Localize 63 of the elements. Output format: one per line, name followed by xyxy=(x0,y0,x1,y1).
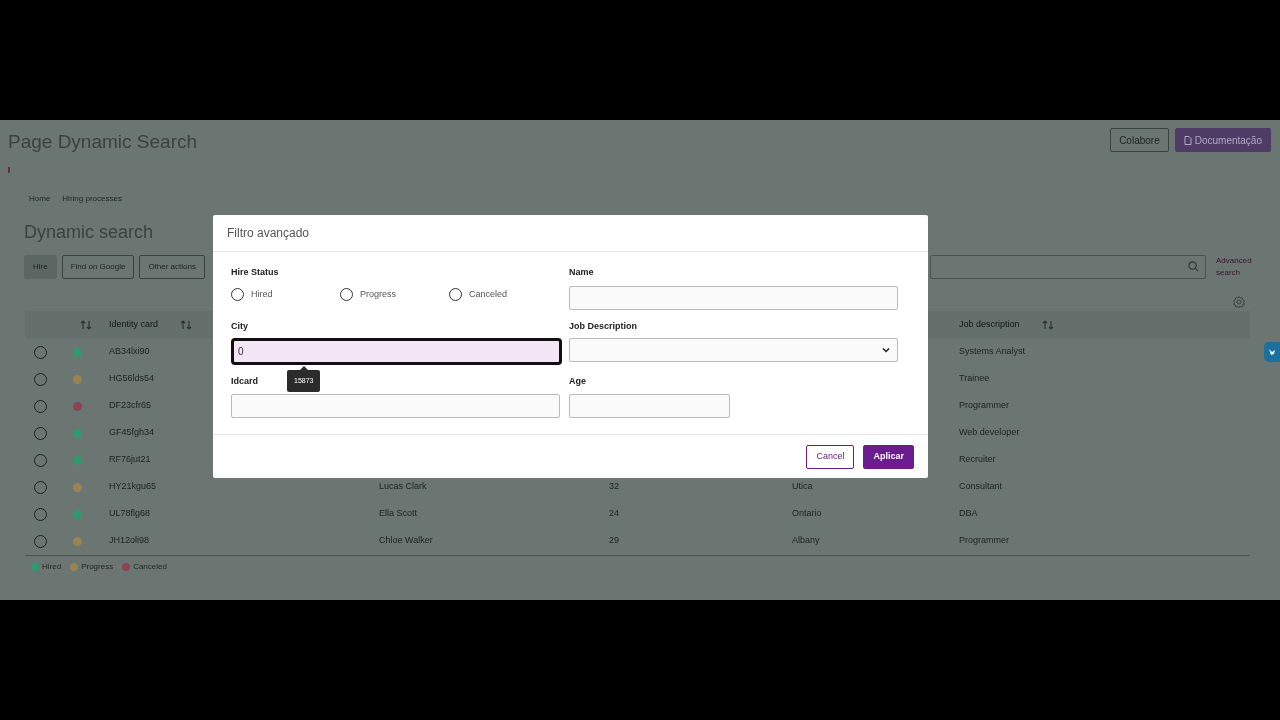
breadcrumb-link[interactable]: Home xyxy=(29,192,51,205)
select-field[interactable] xyxy=(569,337,898,362)
radio-option[interactable]: Hired xyxy=(231,288,340,302)
table-cell: Trainee xyxy=(959,372,990,386)
table-cell: UL78flg68 xyxy=(109,507,151,521)
table-cell: Lucas Clark xyxy=(379,480,427,494)
field-label: Age xyxy=(569,374,586,387)
table-cell: Web developer xyxy=(959,426,1020,440)
legend-label: Hired xyxy=(42,560,62,573)
table-cell: Programmer xyxy=(959,534,1009,548)
table-cell: Ella Scott xyxy=(379,507,418,521)
table-cell: RF76jut21 xyxy=(109,453,151,467)
table-cell: AB34lxi90 xyxy=(109,345,150,359)
settings-icon[interactable] xyxy=(1233,295,1245,308)
input-field[interactable] xyxy=(569,285,898,310)
table-cell: DBA xyxy=(959,507,978,521)
table-cell: Chloe Walker xyxy=(379,534,433,548)
column-header: Identity card xyxy=(109,317,159,331)
sort-icon[interactable] xyxy=(1041,318,1054,331)
advanced-search-link[interactable]: Advanced search xyxy=(1216,254,1260,279)
search-field[interactable] xyxy=(930,254,1206,279)
collaborate-button[interactable]: Colabore xyxy=(1110,128,1169,152)
legend-label: Canceled xyxy=(133,560,167,573)
breadcrumb-link[interactable]: Hiring processes xyxy=(62,192,122,205)
field-label: Name xyxy=(569,266,594,278)
legend-label: Progress xyxy=(81,560,114,573)
table-cell: GF45fgh34 xyxy=(109,426,155,440)
table-cell: Recruiter xyxy=(959,453,996,467)
field-label: Idcard xyxy=(231,374,258,387)
progress-mark xyxy=(8,166,10,173)
field-label: Job Description xyxy=(569,319,637,332)
radio-option[interactable]: Progress xyxy=(340,288,449,302)
sort-icon[interactable] xyxy=(80,318,92,331)
document-icon xyxy=(1183,135,1192,145)
input-field[interactable] xyxy=(231,394,560,418)
cancel-button[interactable]: Cancel xyxy=(806,444,855,469)
radio-option[interactable]: Canceled xyxy=(449,288,558,302)
apply-button[interactable]: Aplicar xyxy=(863,444,914,469)
table-cell: Utica xyxy=(792,480,813,494)
field-label: Hire Status xyxy=(231,266,280,278)
dialog-title: Filtro avançado xyxy=(227,225,310,242)
accessibility-icon[interactable] xyxy=(1264,342,1280,362)
field-label: City xyxy=(231,319,248,332)
table-cell: HG56lds54 xyxy=(109,372,155,386)
table-cell: DF23cfr65 xyxy=(109,399,152,413)
table-cell: Ontario xyxy=(792,507,822,521)
sort-icon[interactable] xyxy=(180,318,193,331)
search-icon xyxy=(1188,261,1199,272)
table-cell: 24 xyxy=(609,507,619,521)
table-cell: 29 xyxy=(609,534,619,548)
input-field[interactable]: 0 xyxy=(231,337,562,365)
toolbar-button[interactable]: Other actions xyxy=(139,254,205,279)
table-cell: JH12oli98 xyxy=(109,534,150,548)
column-header: Job description xyxy=(959,317,1020,331)
table-cell: Systems Analyst xyxy=(959,345,1026,359)
toolbar-button[interactable]: Find on Google xyxy=(61,254,135,279)
input-field[interactable] xyxy=(569,394,730,418)
table-cell: 32 xyxy=(609,480,619,494)
documentation-button[interactable]: Documentação xyxy=(1174,128,1271,152)
table-cell: Consultant xyxy=(959,480,1003,494)
table-cell: Albany xyxy=(792,534,820,548)
table-cell: Programmer xyxy=(959,399,1009,413)
table-cell: HY21kgu65 xyxy=(109,480,157,494)
